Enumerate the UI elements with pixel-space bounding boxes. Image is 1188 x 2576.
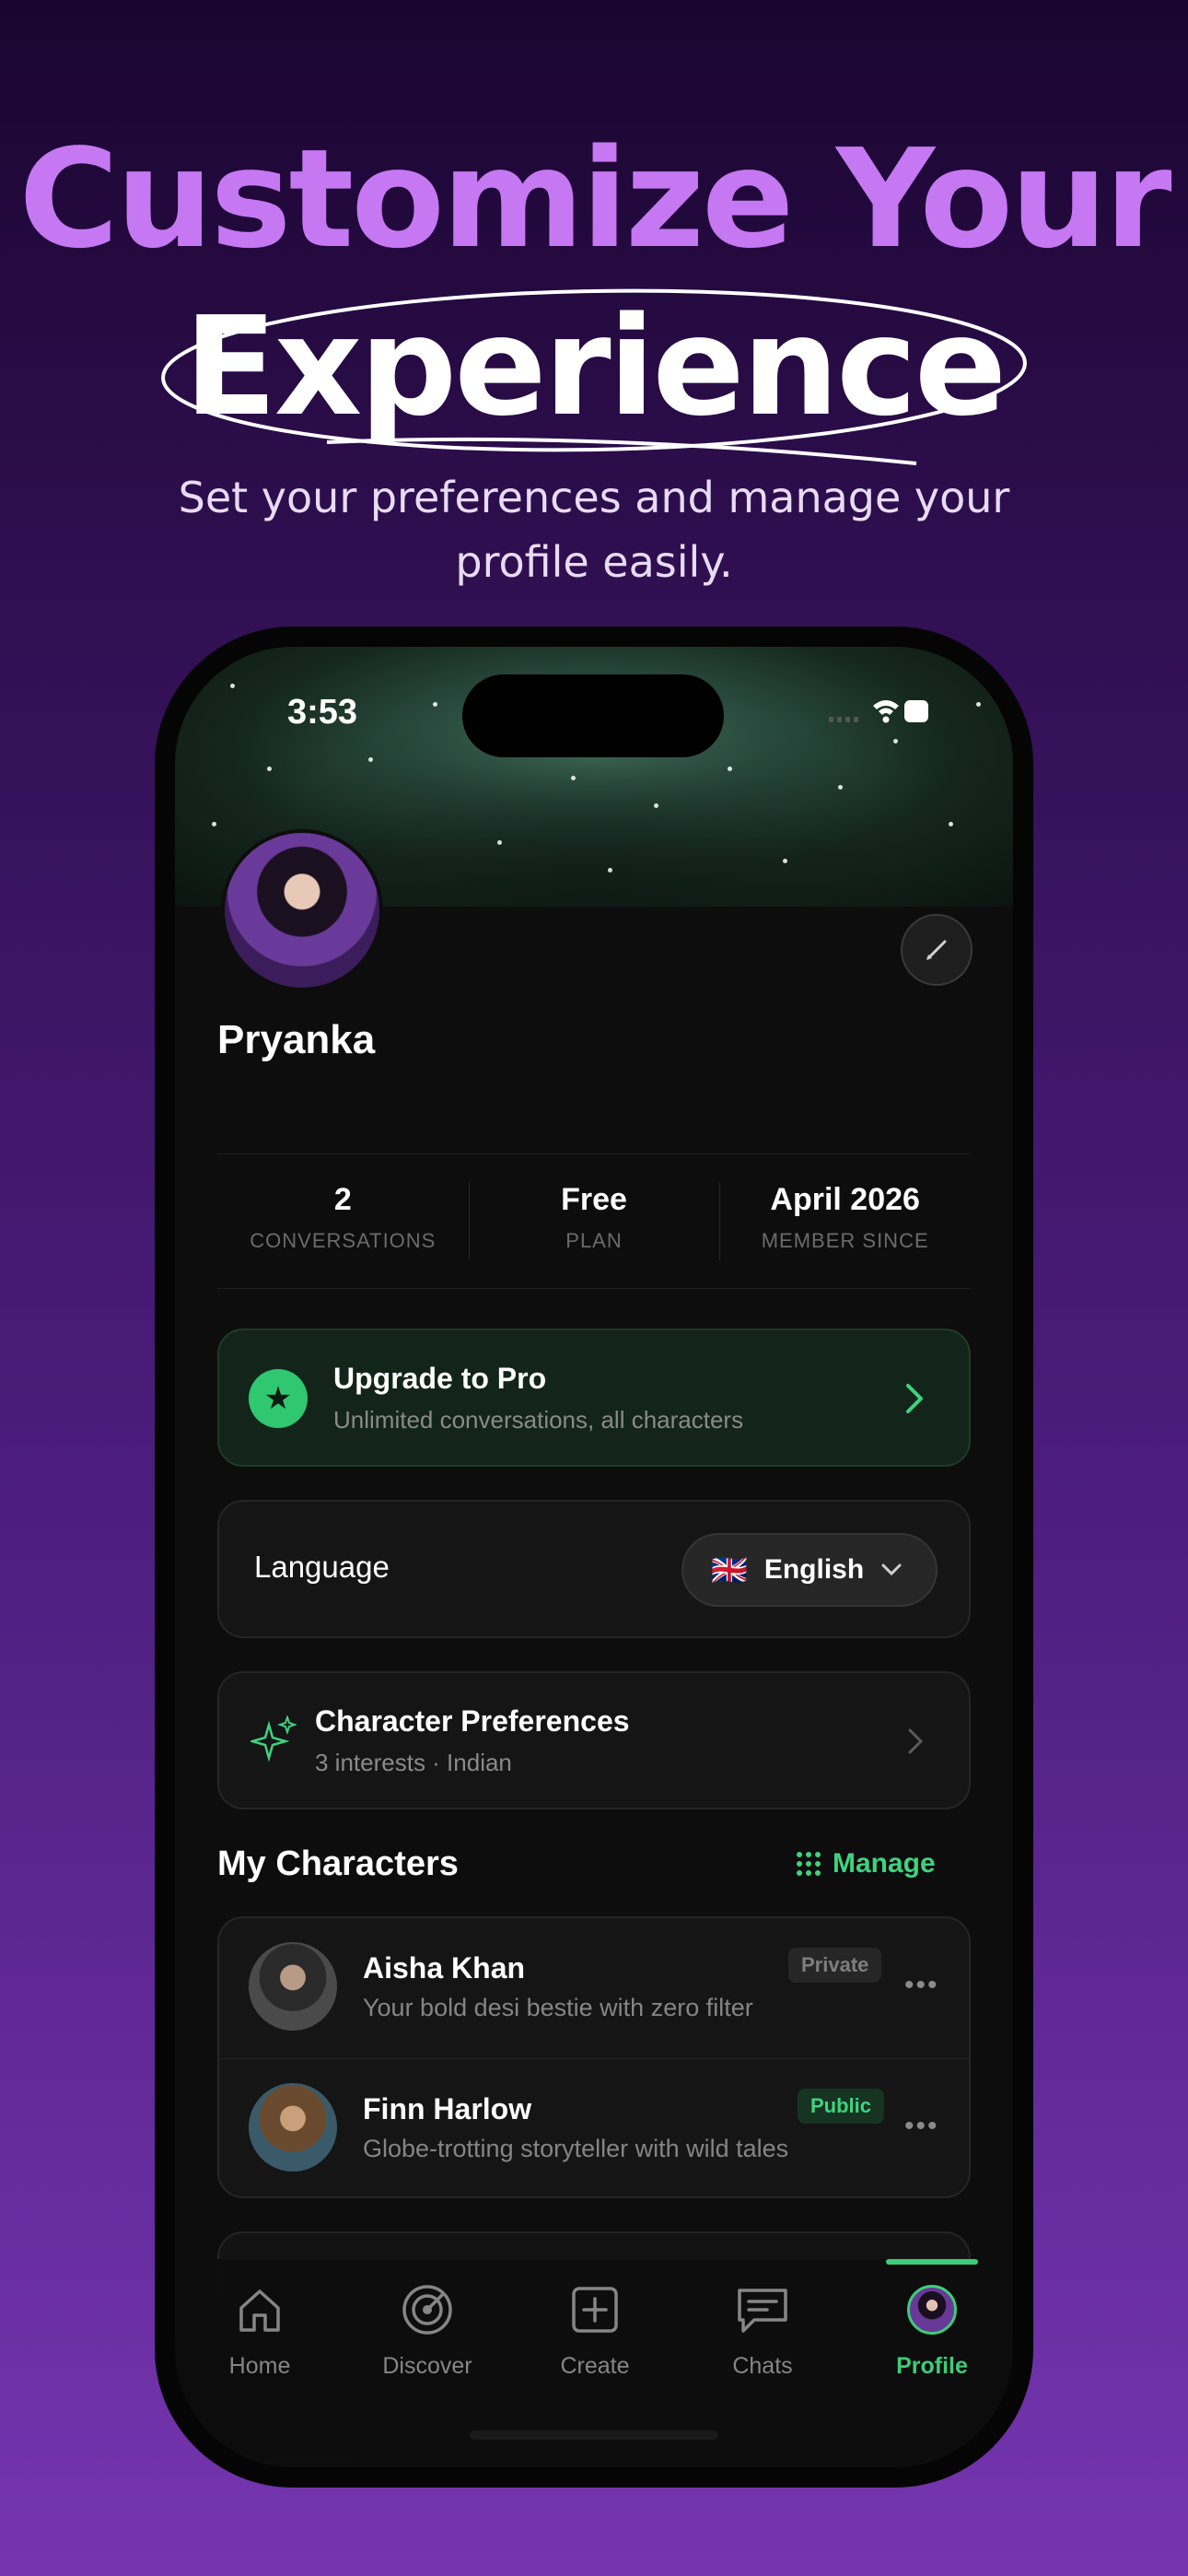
my-characters-heading: My Characters bbox=[217, 1844, 459, 1883]
tab-label: Create bbox=[560, 2353, 630, 2379]
plus-square-icon bbox=[572, 2287, 618, 2333]
visibility-badge: Private bbox=[788, 1948, 882, 1983]
hero-subtitle-line1: Set your preferences and manage your bbox=[178, 473, 1010, 522]
tab-label: Profile bbox=[896, 2353, 968, 2379]
profile-stats: 2 CONVERSATIONS Free PLAN April 2026 MEM… bbox=[217, 1153, 971, 1289]
chat-icon bbox=[738, 2289, 787, 2333]
tab-discover[interactable]: Discover bbox=[363, 2277, 492, 2380]
wifi-icon bbox=[873, 700, 899, 723]
manage-characters-button[interactable]: Manage bbox=[796, 1848, 936, 1879]
character-avatar bbox=[249, 2083, 337, 2172]
sparkles-icon bbox=[250, 1715, 297, 1762]
more-options-icon[interactable]: ••• bbox=[904, 1970, 939, 2001]
character-row[interactable]: Finn Harlow Globe-trotting storyteller w… bbox=[219, 2058, 969, 2197]
tab-label: Chats bbox=[732, 2353, 793, 2379]
stat-value: Free bbox=[561, 1182, 627, 1217]
visibility-badge: Public bbox=[798, 2089, 885, 2124]
upgrade-to-pro-card[interactable]: ★ Upgrade to Pro Unlimited conversations… bbox=[217, 1329, 971, 1467]
phone-screen: 3:53 Pryanka 2 CONVERSATIONS Free PLAN A… bbox=[175, 647, 1013, 2467]
character-name: Finn Harlow bbox=[363, 2092, 532, 2125]
language-select[interactable]: 🇬🇧 English bbox=[681, 1533, 938, 1607]
character-row[interactable]: Aisha Khan Your bold desi bestie with ze… bbox=[219, 1918, 969, 2056]
preferences-subtitle: 3 interests · Indian bbox=[315, 1749, 512, 1776]
characters-list: Aisha Khan Your bold desi bestie with ze… bbox=[217, 1916, 971, 2198]
more-options-icon[interactable]: ••• bbox=[904, 2111, 939, 2142]
profile-avatar[interactable] bbox=[221, 829, 383, 991]
home-icon bbox=[239, 2289, 280, 2332]
stat-label: CONVERSATIONS bbox=[250, 1229, 437, 1252]
stat-plan: Free PLAN bbox=[468, 1154, 720, 1288]
language-value: English bbox=[763, 1554, 865, 1585]
stat-value: April 2026 bbox=[770, 1182, 920, 1217]
dynamic-island bbox=[462, 674, 724, 757]
hero-subtitle-line2: profile easily. bbox=[455, 537, 733, 587]
character-description: Your bold desi bestie with zero filter bbox=[363, 1994, 753, 2021]
stat-value: 2 bbox=[333, 1182, 352, 1217]
stat-label: PLAN bbox=[565, 1229, 623, 1252]
hero-title-line1: Customize Your bbox=[18, 120, 1171, 278]
pencil-icon bbox=[926, 940, 947, 960]
chevron-right-icon bbox=[906, 1384, 923, 1413]
phone-frame: 3:53 Pryanka 2 CONVERSATIONS Free PLAN A… bbox=[155, 626, 1033, 2488]
hero-subtitle: Set your preferences and manage your pro… bbox=[0, 465, 1188, 594]
stat-member-since: April 2026 MEMBER SINCE bbox=[719, 1154, 971, 1288]
manage-label: Manage bbox=[833, 1848, 936, 1879]
star-icon: ★ bbox=[249, 1369, 308, 1428]
home-indicator bbox=[470, 2430, 718, 2440]
cellular-icon bbox=[829, 717, 858, 722]
radar-icon bbox=[402, 2285, 452, 2335]
character-description: Globe-trotting storyteller with wild tal… bbox=[363, 2135, 789, 2162]
character-name: Aisha Khan bbox=[363, 1951, 526, 1985]
preferences-title: Character Preferences bbox=[315, 1704, 630, 1738]
battery-icon bbox=[904, 700, 928, 722]
character-avatar bbox=[249, 1942, 337, 2031]
tab-create[interactable]: Create bbox=[530, 2277, 659, 2380]
upgrade-title: Upgrade to Pro bbox=[333, 1362, 547, 1395]
avatar-icon bbox=[907, 2285, 957, 2335]
tab-label: Home bbox=[228, 2353, 291, 2379]
hero-title-line2: Experience bbox=[183, 287, 1007, 446]
status-time: 3:53 bbox=[287, 693, 358, 732]
upgrade-subtitle: Unlimited conversations, all characters bbox=[333, 1406, 744, 1434]
character-preferences-card[interactable]: Character Preferences 3 interests · Indi… bbox=[217, 1671, 971, 1809]
language-label: Language bbox=[254, 1550, 390, 1584]
tab-home[interactable]: Home bbox=[195, 2277, 324, 2380]
uk-flag-icon: 🇬🇧 bbox=[711, 1553, 748, 1587]
tab-label: Discover bbox=[382, 2353, 472, 2379]
chevron-right-icon bbox=[908, 1728, 924, 1754]
stat-conversations: 2 CONVERSATIONS bbox=[217, 1154, 469, 1288]
language-card: Language 🇬🇧 English bbox=[217, 1500, 971, 1638]
tab-profile[interactable]: Profile bbox=[868, 2277, 996, 2380]
edit-profile-button[interactable] bbox=[901, 914, 973, 986]
status-icons bbox=[829, 700, 928, 723]
active-tab-indicator bbox=[886, 2259, 978, 2265]
stat-label: MEMBER SINCE bbox=[761, 1229, 929, 1252]
tab-chats[interactable]: Chats bbox=[698, 2277, 827, 2380]
chevron-down-icon bbox=[881, 1563, 902, 1576]
grid-icon bbox=[797, 1852, 821, 1876]
profile-name: Pryanka bbox=[217, 1017, 376, 1062]
